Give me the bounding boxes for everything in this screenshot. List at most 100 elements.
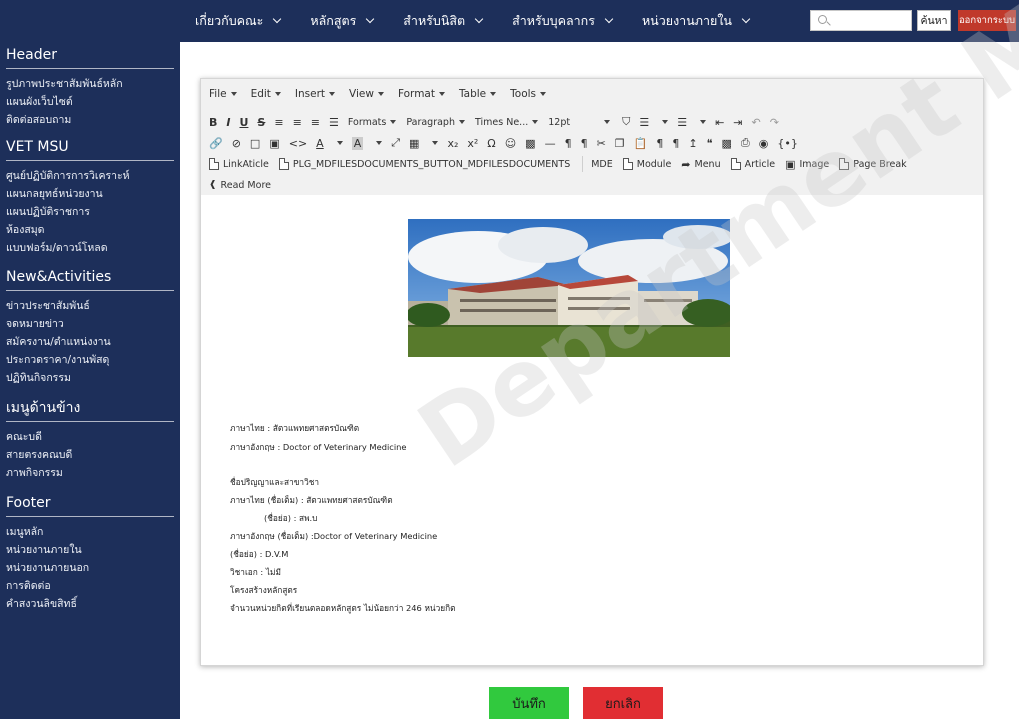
background-color-icon[interactable]: A xyxy=(351,136,364,150)
mde-button[interactable]: MDE xyxy=(591,159,613,170)
binoculars-icon[interactable]: ⛉ xyxy=(622,115,630,129)
sidebar-item[interactable]: แผนผังเว็บไซต์ xyxy=(6,93,180,111)
sidebar-item[interactable]: ศูนย์ปฏิบัติการการวิเคราะห์ xyxy=(6,167,180,185)
caret-down-icon[interactable] xyxy=(432,141,439,145)
editor-content[interactable]: ภาษาไทย : สัตวแพทยศาสตรบัณฑิต ภาษาอังกฤษ… xyxy=(201,195,983,665)
template-icon[interactable]: ▩ xyxy=(722,137,732,150)
strikethrough-icon[interactable]: S xyxy=(257,116,265,129)
caret-down-icon[interactable] xyxy=(700,120,707,124)
link-icon[interactable]: 🔗 xyxy=(209,137,223,150)
horizontal-rule-icon[interactable]: — xyxy=(545,137,556,150)
sidebar-item[interactable]: ภาพกิจกรรม xyxy=(6,464,180,482)
unlink-icon[interactable]: ⊘ xyxy=(232,137,241,150)
sidebar-item[interactable]: คณะบดี xyxy=(6,428,180,446)
font-size-select[interactable]: 12pt xyxy=(548,117,570,128)
nav-internal-units[interactable]: หน่วยงานภายใน xyxy=(642,11,751,31)
sidebar-item[interactable]: หน่วยงานภายใน xyxy=(6,541,180,559)
indent-icon[interactable]: ⇥ xyxy=(733,116,742,129)
sidebar-item[interactable]: สมัครงาน/ตำแหน่งงาน xyxy=(6,333,180,351)
sidebar-item[interactable]: ประกวดราคา/งานพัสดุ xyxy=(6,351,180,369)
sidebar-item[interactable]: ห้องสมุด xyxy=(6,221,180,239)
paragraph-select[interactable]: Paragraph xyxy=(406,117,465,128)
underline-icon[interactable]: U xyxy=(239,116,248,129)
copy-icon[interactable]: ❐ xyxy=(615,137,625,150)
caret-down-icon[interactable] xyxy=(376,141,383,145)
sidebar-item[interactable]: ติดต่อสอบถาม xyxy=(6,111,180,129)
bold-icon[interactable]: B xyxy=(209,116,217,129)
save-button[interactable]: บันทึก xyxy=(489,687,569,719)
superscript-icon[interactable]: x² xyxy=(467,137,478,150)
sidebar-item[interactable]: รูปภาพประชาสัมพันธ์หลัก xyxy=(6,75,180,93)
sidebar-item[interactable]: ปฏิทินกิจกรรม xyxy=(6,369,180,387)
bullet-list-icon[interactable]: ☰ xyxy=(639,116,649,129)
align-center-icon[interactable]: ≡ xyxy=(293,116,302,129)
paragraph-rtl-icon[interactable]: ¶ xyxy=(672,137,679,150)
nav-students[interactable]: สำหรับนิสิต xyxy=(403,11,484,31)
font-family-select[interactable]: Times Ne... xyxy=(475,117,539,128)
show-blocks-icon[interactable]: ¶ xyxy=(581,137,588,150)
paste-icon[interactable]: 📋 xyxy=(634,137,648,150)
align-left-icon[interactable]: ≡ xyxy=(274,116,283,129)
menu-button[interactable]: ➦ Menu xyxy=(681,158,720,171)
media-icon[interactable]: ▩ xyxy=(525,137,535,150)
menu-insert[interactable]: Insert xyxy=(295,88,336,100)
align-justify-icon[interactable]: ☰ xyxy=(329,116,339,129)
md-files-documents-button[interactable]: PLG_MDFILESDOCUMENTS_BUTTON_MDFILESDOCUM… xyxy=(278,158,570,170)
italic-icon[interactable]: I xyxy=(226,116,230,129)
sidebar-item[interactable]: แผนกลยุทธ์หน่วยงาน xyxy=(6,185,180,203)
page-break-button[interactable]: Page Break xyxy=(839,158,907,170)
caret-down-icon[interactable] xyxy=(662,120,669,124)
sidebar-item[interactable]: คำสงวนลิขสิทธิ์ xyxy=(6,595,180,613)
outdent-icon[interactable]: ⇤ xyxy=(715,116,724,129)
code-icon[interactable]: <> xyxy=(289,137,307,150)
bookmark-icon[interactable]: □ xyxy=(250,137,260,150)
paragraph-mark-icon[interactable]: ¶ xyxy=(656,137,663,150)
emoticon-icon[interactable]: ☺ xyxy=(505,137,516,150)
print-icon[interactable]: ⎙ xyxy=(741,136,750,150)
nav-curriculum[interactable]: หลักสูตร xyxy=(310,11,375,31)
menu-edit[interactable]: Edit xyxy=(251,88,281,100)
cut-icon[interactable]: ✂ xyxy=(597,137,606,150)
read-more-button[interactable]: ❰ Read More xyxy=(209,180,271,191)
sidebar-item[interactable]: สายตรงคณบดี xyxy=(6,446,180,464)
sidebar-item[interactable]: การติดต่อ xyxy=(6,577,180,595)
sidebar-item[interactable]: แบบฟอร์ม/ดาวน์โหลด xyxy=(6,239,180,257)
sidebar-item[interactable]: ข่าวประชาสัมพันธ์ xyxy=(6,297,180,315)
image-button[interactable]: ▣ Image xyxy=(785,158,829,171)
cancel-button[interactable]: ยกเลิก xyxy=(583,687,663,719)
menu-file[interactable]: File xyxy=(209,88,237,100)
nav-staff[interactable]: สำหรับบุคลากร xyxy=(512,11,614,31)
sidebar-item[interactable]: เมนูหลัก xyxy=(6,523,180,541)
formats-select[interactable]: Formats xyxy=(348,117,397,128)
article-button[interactable]: Article xyxy=(730,158,775,170)
nav-about[interactable]: เกี่ยวกับคณะ xyxy=(195,11,282,31)
subscript-icon[interactable]: x₂ xyxy=(447,137,458,150)
caret-down-icon[interactable] xyxy=(336,141,343,145)
menu-table[interactable]: Table xyxy=(459,88,497,100)
sidebar-item[interactable]: หน่วยงานภายนอก xyxy=(6,559,180,577)
table-icon[interactable]: ▦ xyxy=(409,137,419,150)
special-character-icon[interactable]: Ω xyxy=(487,137,495,150)
menu-view[interactable]: View xyxy=(349,88,384,100)
undo-icon[interactable]: ↶ xyxy=(752,116,761,129)
preview-icon[interactable]: ◉ xyxy=(759,137,769,150)
numbered-list-icon[interactable]: ☰ xyxy=(677,116,687,129)
text-direction-ltr-icon[interactable]: ¶ xyxy=(565,137,572,150)
variable-icon[interactable]: {•} xyxy=(777,137,798,150)
search-button[interactable]: ค้นหา xyxy=(917,10,951,31)
sidebar-item[interactable]: แผนปฏิบัติราชการ xyxy=(6,203,180,221)
upload-icon[interactable]: ↥ xyxy=(688,137,697,150)
sidebar-item[interactable]: จดหมายข่าว xyxy=(6,315,180,333)
logout-button[interactable]: ออกจากระบบ xyxy=(958,10,1016,31)
menu-tools[interactable]: Tools xyxy=(510,88,547,100)
text-color-icon[interactable]: A xyxy=(316,137,324,150)
align-right-icon[interactable]: ≡ xyxy=(311,116,320,129)
fullscreen-icon[interactable]: ⤢ xyxy=(391,136,400,150)
font-size-caret-icon[interactable] xyxy=(604,120,611,124)
blockquote-icon[interactable]: ❝ xyxy=(707,137,713,150)
module-button[interactable]: Module xyxy=(622,158,671,170)
search-input[interactable] xyxy=(810,10,912,31)
image-icon[interactable]: ▣ xyxy=(269,137,279,150)
redo-icon[interactable]: ↷ xyxy=(770,116,779,129)
link-article-button[interactable]: LinkAticle xyxy=(209,158,269,170)
